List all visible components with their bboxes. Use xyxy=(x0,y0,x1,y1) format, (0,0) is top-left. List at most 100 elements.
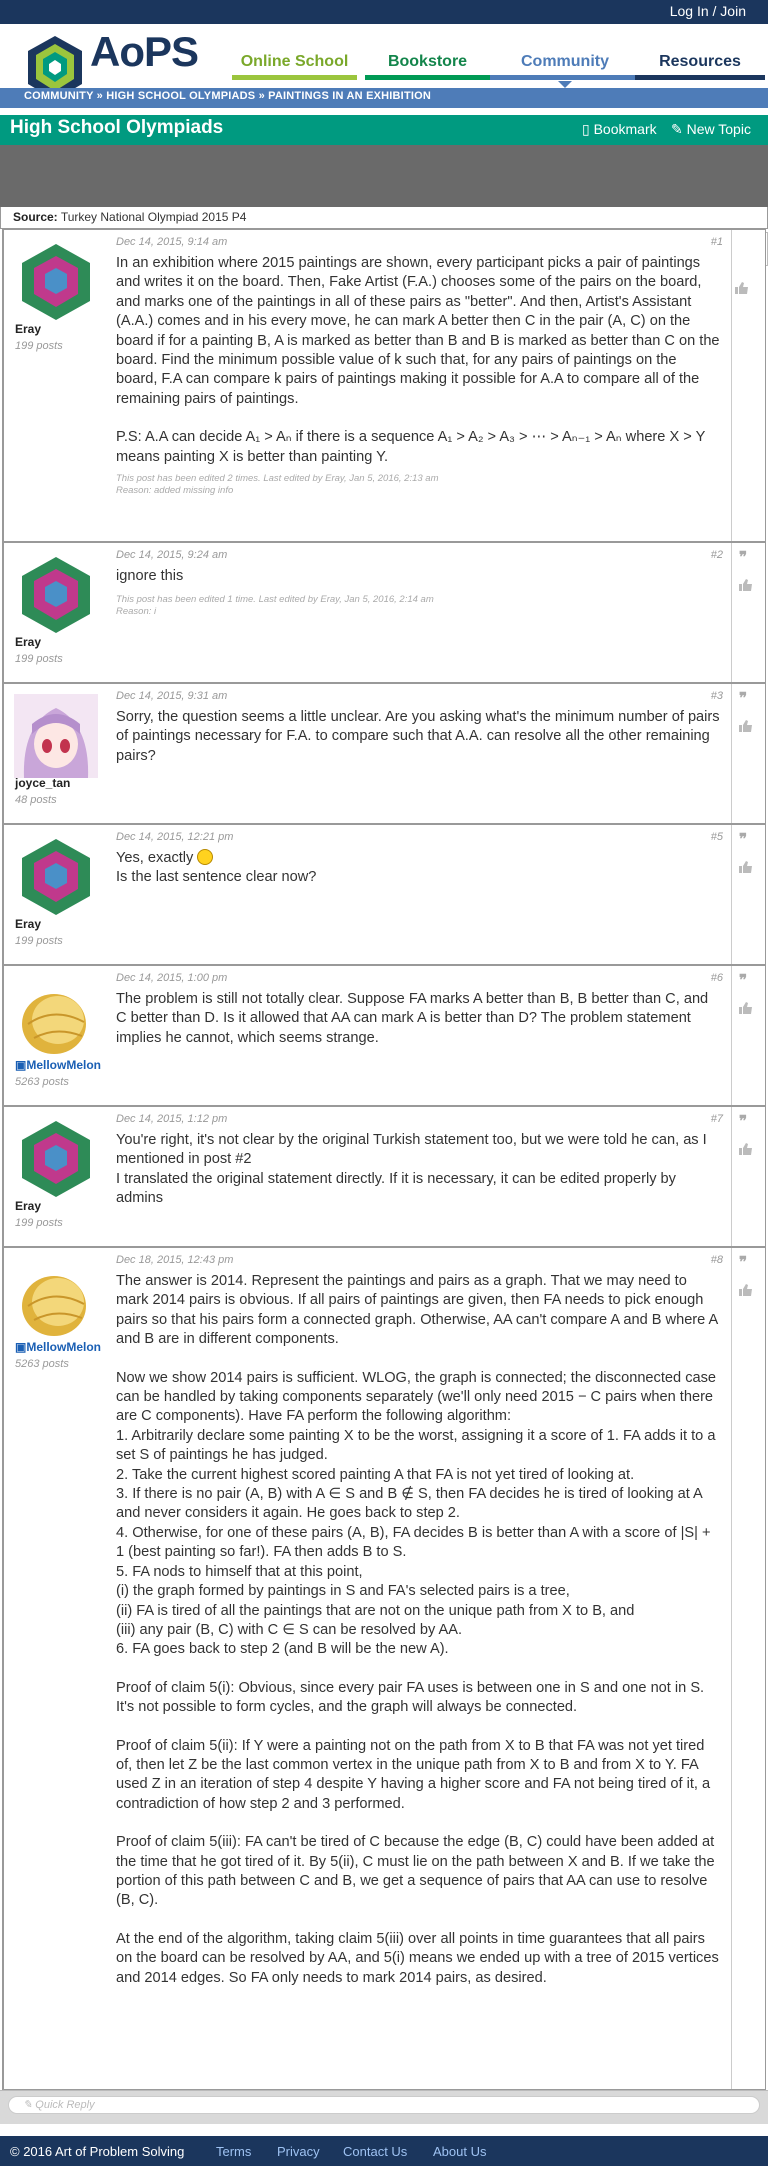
post-number[interactable]: #8 xyxy=(711,1254,723,1266)
avatar[interactable] xyxy=(14,553,98,637)
username[interactable]: ▣MellowMelon xyxy=(15,1340,101,1354)
footer-link-about[interactable]: About Us xyxy=(433,2144,486,2159)
footer-link-privacy[interactable]: Privacy xyxy=(277,2144,320,2159)
post-paragraph: Sorry, the question seems a little uncle… xyxy=(116,709,720,764)
nav-community[interactable]: Community xyxy=(490,48,640,88)
post-date: Dec 14, 2015, 12:21 pm xyxy=(116,831,234,843)
algorithm-step: (ii) FA is tired of all the paintings th… xyxy=(116,1602,635,1619)
username-text[interactable]: MellowMelon xyxy=(26,1058,101,1072)
quote-icon[interactable]: ❞ xyxy=(739,691,753,706)
post-count: 199 posts xyxy=(15,935,63,947)
post-number[interactable]: #1 xyxy=(711,236,723,248)
thumbs-up-icon[interactable] xyxy=(739,1284,753,1296)
post: Eray 199 posts Dec 14, 2015, 9:24 am #2 … xyxy=(2,542,766,683)
post-paragraph: ignore this xyxy=(116,568,184,584)
username[interactable]: Eray xyxy=(15,917,41,931)
post-number[interactable]: #6 xyxy=(711,972,723,984)
bookmark-button[interactable]: ▯ Bookmark xyxy=(582,121,657,138)
username[interactable]: Eray xyxy=(15,635,41,649)
quick-reply-input[interactable]: ✎ Quick Reply xyxy=(8,2096,760,2114)
post-number[interactable]: #5 xyxy=(711,831,723,843)
footer-link-contact[interactable]: Contact Us xyxy=(343,2144,407,2159)
username[interactable]: Eray xyxy=(15,322,41,336)
edit-reason: Reason: i xyxy=(116,606,157,618)
post-count: 199 posts xyxy=(15,1217,63,1229)
post-number[interactable]: #2 xyxy=(711,549,723,561)
forum-title[interactable]: High School Olympiads xyxy=(10,117,223,139)
bookmark-label: Bookmark xyxy=(593,121,657,137)
quote-icon[interactable]: ❞ xyxy=(739,1114,753,1129)
copyright: © 2016 Art of Problem Solving xyxy=(10,2144,185,2159)
new-topic-button[interactable]: ✎ New Topic xyxy=(671,121,751,138)
nav-label: Bookstore xyxy=(387,53,468,70)
username-text[interactable]: MellowMelon xyxy=(26,1340,101,1354)
algorithm-step: 2. Take the current highest scored paint… xyxy=(116,1466,635,1483)
post-date: Dec 14, 2015, 1:00 pm xyxy=(116,972,228,984)
thumbs-up-icon[interactable] xyxy=(739,1143,753,1155)
thumbs-up-icon[interactable] xyxy=(739,720,753,732)
post-count: 199 posts xyxy=(15,653,63,665)
avatar[interactable] xyxy=(14,976,98,1060)
post-body: Yes, exactly Is the last sentence clear … xyxy=(116,849,720,888)
smiley-icon xyxy=(197,849,214,865)
algorithm-step: 6. FA goes back to step 2 (and B will be… xyxy=(116,1641,449,1658)
breadcrumb[interactable]: COMMUNITY » HIGH SCHOOL OLYMPIADS » PAIN… xyxy=(0,88,768,108)
post-date: Dec 14, 2015, 1:12 pm xyxy=(116,1113,228,1125)
forum-bar: High School Olympiads ▯ Bookmark ✎ New T… xyxy=(0,115,768,145)
avatar[interactable] xyxy=(14,835,98,919)
nav-online-school[interactable]: Online School xyxy=(232,48,357,80)
new-topic-label: New Topic xyxy=(686,121,751,137)
quote-icon[interactable]: ❞ xyxy=(739,550,753,565)
post: ▣MellowMelon 5263 posts Dec 18, 2015, 12… xyxy=(2,1247,766,2090)
post-paragraph: Proof of claim 5(ii): If Y were a painti… xyxy=(116,1737,711,1812)
ad-banner-area xyxy=(0,145,768,207)
post-author: Eray 199 posts xyxy=(4,230,112,541)
source-label: Source: xyxy=(13,210,58,224)
nav-bookstore[interactable]: Bookstore xyxy=(365,48,490,80)
avatar[interactable] xyxy=(14,1258,98,1342)
post-paragraph: The problem is still not totally clear. … xyxy=(116,991,709,1046)
breadcrumb-text[interactable]: COMMUNITY » HIGH SCHOOL OLYMPIADS » PAIN… xyxy=(24,90,431,102)
algorithm-step: 5. FA nods to himself that at this point… xyxy=(116,1563,363,1580)
login-link[interactable]: Log In / Join xyxy=(670,3,746,19)
post-count: 5263 posts xyxy=(15,1358,69,1370)
thumbs-up-icon[interactable] xyxy=(735,282,749,294)
post-count: 199 posts xyxy=(15,340,63,352)
post-date: Dec 18, 2015, 12:43 pm xyxy=(116,1254,234,1266)
edit-note: This post has been edited 1 time. Last e… xyxy=(116,594,434,606)
post-body: You're right, it's not clear by the orig… xyxy=(116,1131,720,1209)
algorithm-step: (i) the graph formed by paintings in S a… xyxy=(116,1583,570,1600)
avatar[interactable] xyxy=(14,694,98,778)
post-paragraph: Proof of claim 5(iii): FA can't be tired… xyxy=(116,1834,715,1909)
thumbs-up-icon[interactable] xyxy=(739,1002,753,1014)
post-body: The answer is 2014. Represent the painti… xyxy=(116,1272,720,2007)
post-paragraph: The answer is 2014. Represent the painti… xyxy=(116,1273,718,1348)
quick-reply-placeholder: Quick Reply xyxy=(35,2099,95,2111)
nav-resources[interactable]: Resources xyxy=(635,48,765,80)
algorithm-step: (iii) any pair (B, C) with C ∈ S can be … xyxy=(116,1621,463,1638)
post: joyce_tan 48 posts Dec 14, 2015, 9:31 am… xyxy=(2,683,766,824)
username[interactable]: joyce_tan xyxy=(15,776,70,790)
username[interactable]: Eray xyxy=(15,1199,41,1213)
site-header: AoPS Online School Bookstore Community R… xyxy=(0,24,768,100)
avatar[interactable] xyxy=(14,1117,98,1201)
post: Eray 199 posts Dec 14, 2015, 9:14 am #1 … xyxy=(2,229,766,542)
source-line: Source: Turkey National Olympiad 2015 P4 xyxy=(0,207,768,229)
site-footer: © 2016 Art of Problem Solving Terms Priv… xyxy=(0,2136,768,2166)
post: Eray 199 posts Dec 14, 2015, 1:12 pm #7 … xyxy=(2,1106,766,1247)
quote-icon[interactable]: ❞ xyxy=(739,1255,753,1270)
quote-icon[interactable]: ❞ xyxy=(739,832,753,847)
post-number[interactable]: #7 xyxy=(711,1113,723,1125)
thumbs-up-icon[interactable] xyxy=(739,861,753,873)
avatar[interactable] xyxy=(14,240,98,324)
logo-text[interactable]: AoPS xyxy=(90,28,199,76)
post-number[interactable]: #3 xyxy=(711,690,723,702)
post-paragraph: In an exhibition where 2015 paintings ar… xyxy=(116,255,720,407)
quote-icon[interactable]: ❞ xyxy=(739,973,753,988)
footer-link-terms[interactable]: Terms xyxy=(216,2144,251,2159)
username[interactable]: ▣MellowMelon xyxy=(15,1058,101,1072)
thumbs-up-icon[interactable] xyxy=(739,579,753,591)
post-paragraph: P.S: A.A can decide A₁ > Aₙ if there is … xyxy=(116,429,706,465)
post-paragraph: I translated the original statement dire… xyxy=(116,1170,676,1207)
post: ▣MellowMelon 5263 posts Dec 14, 2015, 1:… xyxy=(2,965,766,1106)
